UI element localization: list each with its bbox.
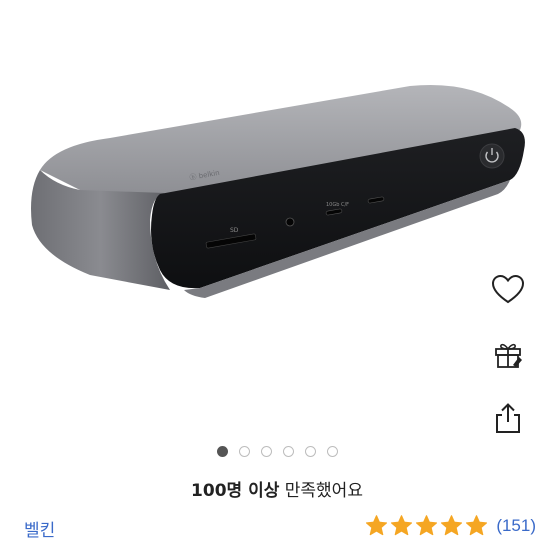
review-count: (151) (496, 515, 536, 535)
share-button[interactable] (486, 396, 530, 440)
carousel-pagination (0, 446, 554, 457)
satisfaction-text: 100명 이상 만족했어요 (0, 476, 554, 501)
star-icon (391, 515, 413, 536)
svg-text:10Gb C/F: 10Gb C/F (326, 202, 349, 208)
carousel-dot[interactable] (260, 446, 272, 457)
satisfaction-label: 만족했어요 (279, 481, 363, 501)
satisfaction-count: 100명 이상 (191, 481, 280, 501)
product-image: ⓑ belkin SD 10Gb C/F (31, 84, 525, 298)
star-icon (366, 515, 388, 536)
star-rating (365, 514, 488, 537)
carousel-dot[interactable] (238, 446, 250, 457)
carousel-dot[interactable] (304, 446, 316, 457)
rating-summary[interactable]: (151) (365, 514, 536, 537)
star-icon (441, 515, 463, 536)
heart-icon (491, 274, 525, 304)
wishlist-button[interactable] (486, 268, 530, 312)
svg-text:SD: SD (230, 227, 239, 234)
star-icon (466, 515, 488, 536)
gift-icon (495, 343, 522, 368)
share-icon (496, 403, 520, 433)
star-icon (416, 515, 438, 536)
carousel-dot[interactable] (282, 446, 294, 457)
carousel-dot[interactable] (216, 446, 228, 457)
gift-button[interactable] (486, 332, 530, 376)
carousel-dot[interactable] (326, 446, 338, 457)
brand-link[interactable]: 벨킨 (24, 516, 55, 541)
